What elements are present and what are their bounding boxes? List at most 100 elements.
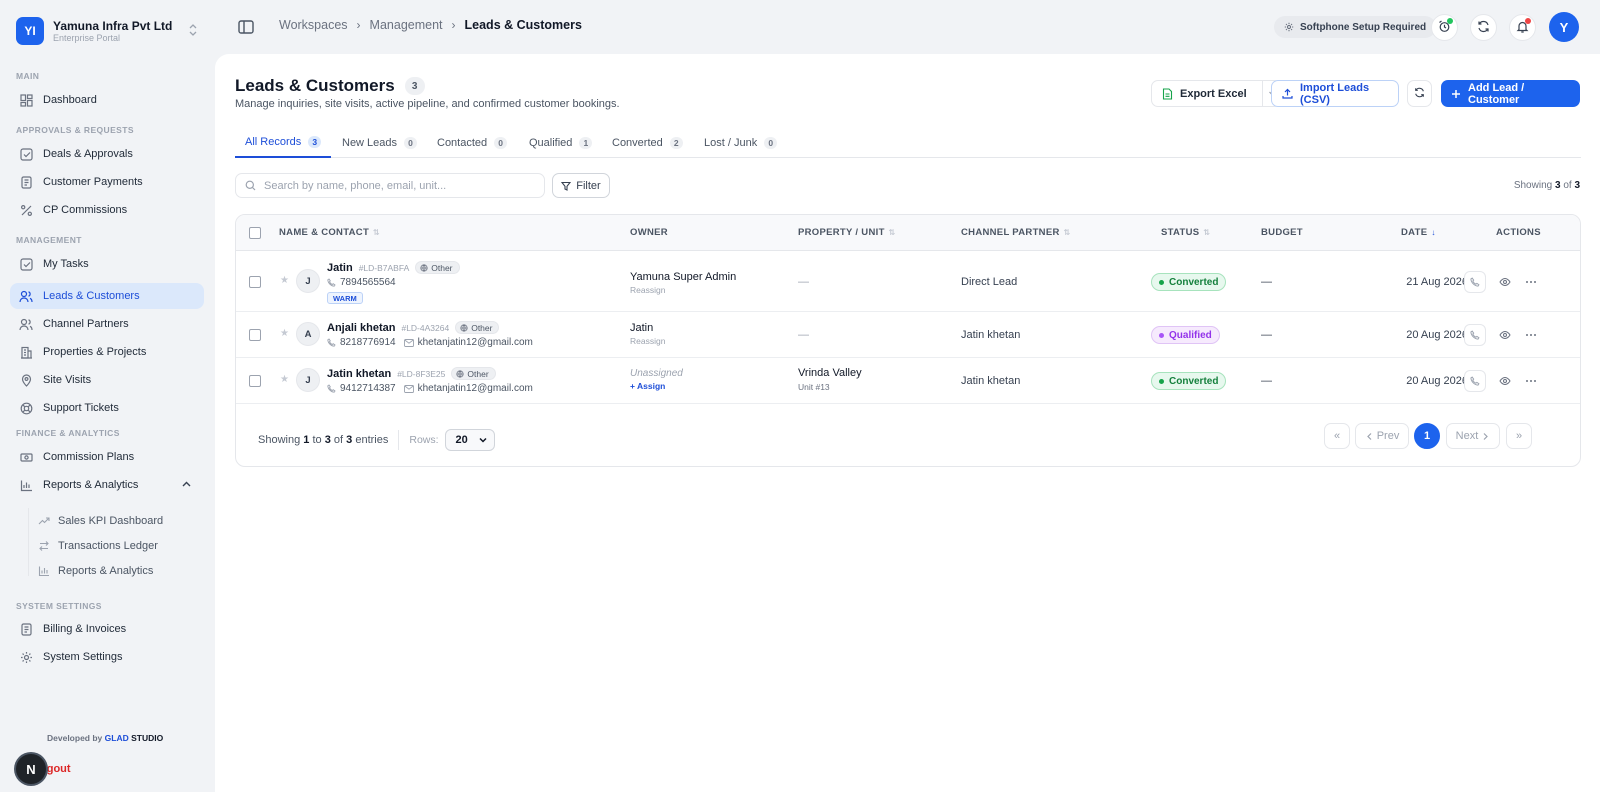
lead-phone[interactable]: 9412714387 [340,383,396,394]
eye-icon[interactable] [1497,327,1513,343]
select-all-checkbox[interactable] [249,227,261,239]
notifications-button[interactable] [1509,14,1536,41]
sidebar-item-leads[interactable]: Leads & Customers [10,283,204,309]
chevron-updown-icon[interactable] [186,23,200,39]
prev-page-button[interactable]: Prev [1355,423,1409,449]
import-leads-button[interactable]: Import Leads (CSV) [1271,80,1399,107]
search-input[interactable] [264,179,534,192]
sidebar-item-tasks[interactable]: My Tasks [10,251,204,277]
refresh-button[interactable] [1407,80,1432,107]
sidebar-item-payments[interactable]: Customer Payments [10,169,204,195]
breadcrumb-management[interactable]: Management [370,18,443,32]
transfer-icon [38,540,50,552]
sidebar-item-properties[interactable]: Properties & Projects [10,339,204,365]
add-lead-button[interactable]: Add Lead / Customer [1441,80,1580,107]
filter-button[interactable]: Filter [552,173,610,198]
lead-email[interactable]: khetanjatin12@gmail.com [418,383,533,394]
export-excel-button[interactable]: Export Excel [1151,80,1263,107]
column-date[interactable]: DATE ↓ [1401,227,1436,238]
tab-converted[interactable]: Converted 2 [602,128,693,158]
check-square-icon [19,257,33,271]
reassign-link[interactable]: Reassign [630,285,736,295]
chevron-up-icon[interactable] [181,479,192,493]
lead-email[interactable]: khetanjatin12@gmail.com [418,337,533,348]
lead-name[interactable]: Jatin [327,262,353,274]
sidebar-subitem-label: Reports & Analytics [58,565,154,577]
table-row[interactable]: ★ J Jatin khetan #LD-8F3E25 Other 941271… [236,358,1580,404]
sidebar-subitem-reports[interactable]: Reports & Analytics [38,560,204,582]
property-value: — [798,329,809,341]
sidebar-item-label: System Settings [43,651,123,663]
column-owner: OWNER [630,227,668,238]
submenu-rail [28,508,29,576]
mail-icon [403,384,414,393]
rows-per-page-select[interactable]: 20 [444,429,495,451]
sidebar-item-deals[interactable]: Deals & Approvals [10,141,204,167]
logout-button[interactable]: N ogout [16,754,71,784]
row-checkbox[interactable] [249,276,261,288]
reassign-link[interactable]: Reassign [630,336,665,346]
breadcrumb-workspaces[interactable]: Workspaces [279,18,348,32]
call-button[interactable] [1464,324,1486,346]
sidebar-toggle-icon[interactable] [237,18,255,36]
assistant-bubble[interactable]: N [16,754,46,784]
tab-contacted[interactable]: Contacted 0 [427,128,517,158]
table-row[interactable]: ★ A Anjali khetan #LD-4A3264 Other 82187… [236,312,1580,358]
source-badge: Other [451,367,496,380]
sidebar-item-tickets[interactable]: Support Tickets [10,395,204,421]
next-page-button[interactable]: Next [1446,423,1500,449]
sidebar-item-billing[interactable]: Billing & Invoices [10,616,204,642]
more-options-icon[interactable] [1523,373,1539,389]
call-button[interactable] [1464,370,1486,392]
tab-new-leads[interactable]: New Leads 0 [332,128,427,158]
column-status[interactable]: STATUS ⇅ [1161,227,1210,238]
chevron-right-icon [1481,432,1490,441]
call-button[interactable] [1464,271,1486,293]
softphone-setup-badge[interactable]: Softphone Setup Required [1274,16,1437,38]
tab-lost-junk[interactable]: Lost / Junk 0 [694,128,787,158]
alarm-button[interactable] [1431,14,1458,41]
sidebar-item-plans[interactable]: Commission Plans [10,444,204,470]
column-name[interactable]: NAME & CONTACT ⇅ [279,227,380,238]
sidebar-subitem-kpi[interactable]: Sales KPI Dashboard [38,510,204,532]
last-page-button[interactable]: » [1506,423,1532,449]
org-name: Yamuna Infra Pvt Ltd [53,18,173,33]
star-icon[interactable]: ★ [280,275,289,286]
more-options-icon[interactable] [1523,274,1539,290]
column-property[interactable]: PROPERTY / UNIT ⇅ [798,227,896,238]
lead-name[interactable]: Anjali khetan [327,322,395,334]
leads-table: NAME & CONTACT ⇅ OWNER PROPERTY / UNIT ⇅ C… [235,214,1581,467]
refresh-header-button[interactable] [1470,14,1497,41]
column-partner[interactable]: CHANNEL PARTNER ⇅ [961,227,1071,238]
user-avatar[interactable]: Y [1549,12,1579,42]
phone-icon [327,338,336,347]
upload-icon [1282,88,1293,99]
page-1-button[interactable]: 1 [1414,423,1440,449]
assign-link[interactable]: + Assign [630,381,683,391]
sidebar-subitem-ledger[interactable]: Transactions Ledger [38,535,204,557]
sidebar-subitem-label: Sales KPI Dashboard [58,515,164,527]
sidebar-item-partners[interactable]: Channel Partners [10,311,204,337]
lead-phone[interactable]: 7894565564 [340,277,396,288]
first-page-button[interactable]: « [1324,423,1350,449]
sidebar-item-commissions[interactable]: CP Commissions [10,197,204,223]
row-checkbox[interactable] [249,329,261,341]
sidebar-item-visits[interactable]: Site Visits [10,367,204,393]
tab-qualified[interactable]: Qualified 1 [519,128,602,158]
eye-icon[interactable] [1497,274,1513,290]
more-options-icon[interactable] [1523,327,1539,343]
sidebar-item-reports[interactable]: Reports & Analytics [10,472,204,498]
eye-icon[interactable] [1497,373,1513,389]
star-icon[interactable]: ★ [280,328,289,339]
lead-id: #LD-B7ABFA [358,262,410,273]
tab-all-records[interactable]: All Records 3 [235,128,332,158]
lead-phone[interactable]: 8218776914 [340,337,396,348]
sidebar-item-dashboard[interactable]: Dashboard [10,87,204,113]
sidebar-item-settings[interactable]: System Settings [10,644,204,670]
org-switcher[interactable]: YI Yamuna Infra Pvt Ltd Enterprise Porta… [16,16,200,46]
star-icon[interactable]: ★ [280,374,289,385]
lead-name[interactable]: Jatin khetan [327,368,391,380]
row-checkbox[interactable] [249,375,261,387]
table-row[interactable]: ★ J Jatin #LD-B7ABFA Other 7894565564 WA… [236,252,1580,312]
spreadsheet-icon [1162,87,1173,100]
